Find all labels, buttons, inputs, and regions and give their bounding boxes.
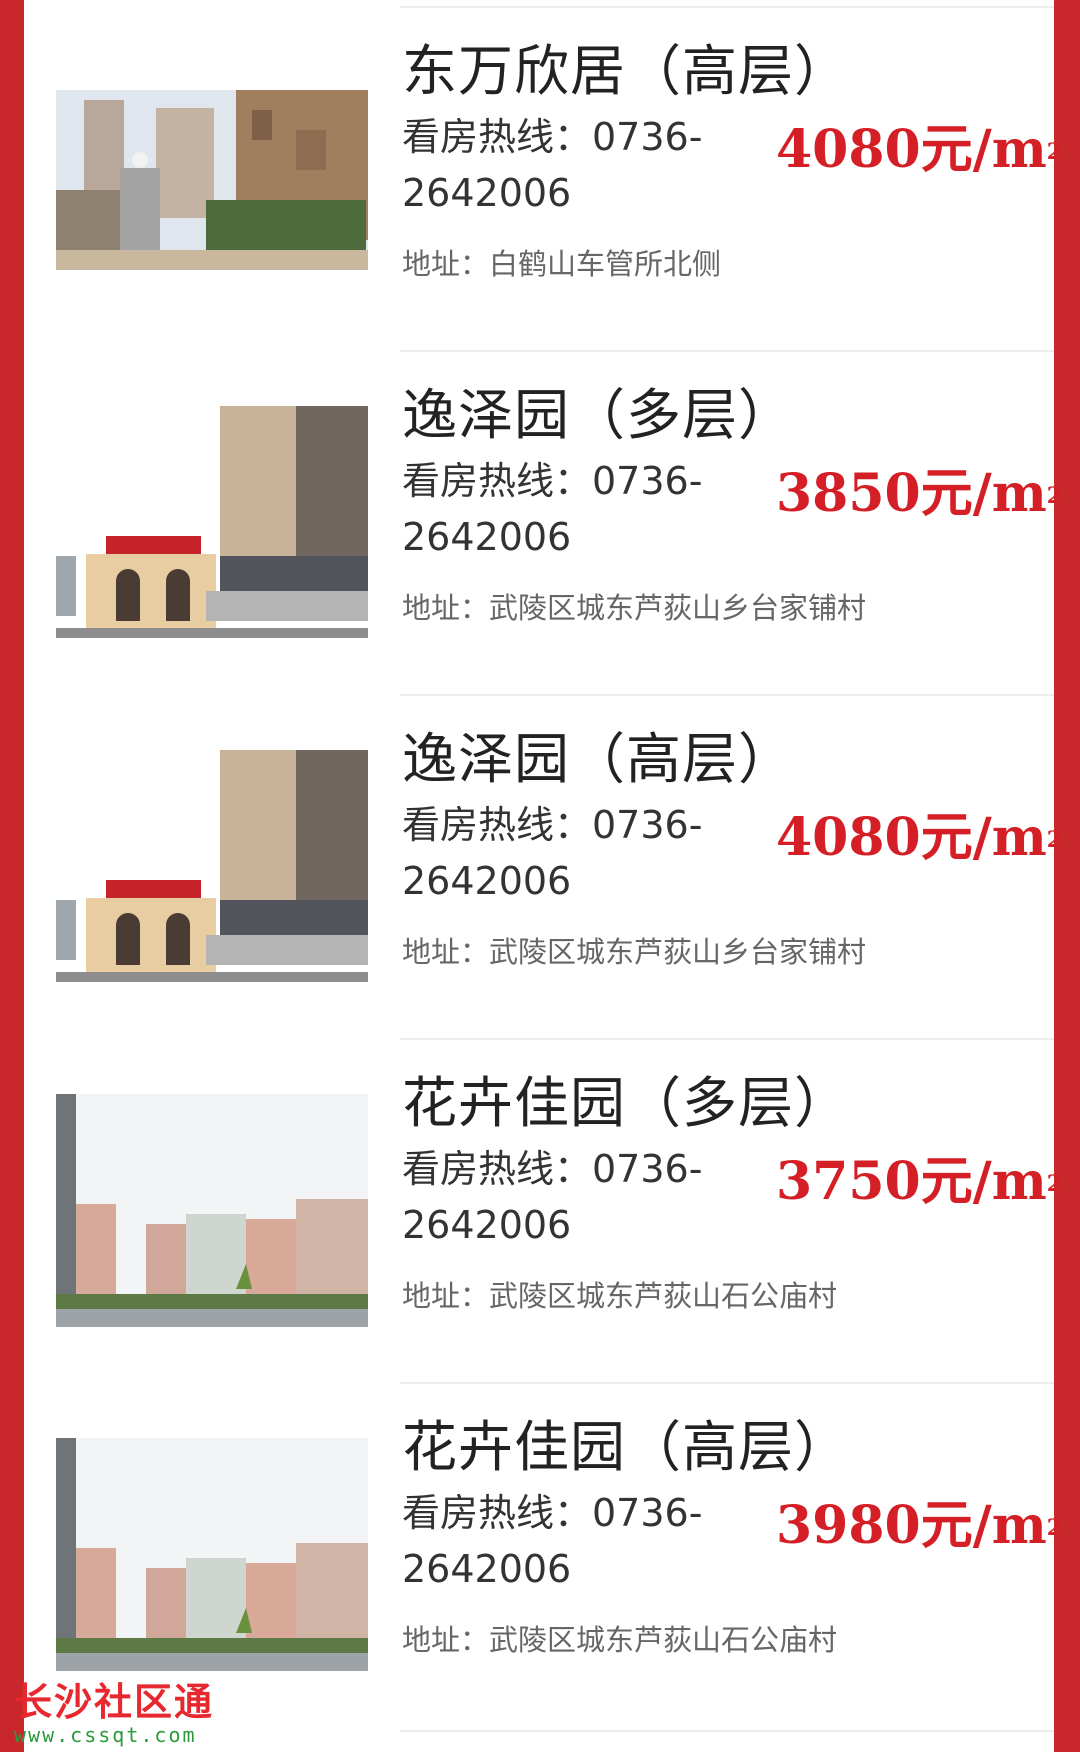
listing-title: 东万欣居（高层） [402, 39, 851, 103]
hotline-label: 看房热线：0736- [402, 1491, 703, 1535]
divider [400, 694, 1054, 696]
price: 3980元/m2 [776, 1495, 1063, 1556]
watermark-logo: 长沙社区通 [14, 1680, 215, 1724]
divider [400, 1382, 1054, 1384]
watermark: 长沙社区通 www.cssqt.com [14, 1680, 234, 1746]
hotline-label: 看房热线：0736- [402, 459, 703, 503]
apartment-complex-photo [56, 1094, 368, 1327]
hotline-number[interactable]: 2642006 [402, 856, 571, 906]
price: 3750元/m2 [776, 1151, 1063, 1212]
listing-item[interactable]: 逸泽园（多层） 看房热线：0736- 2642006 3850元/m2 地址：武… [24, 344, 1062, 687]
listing-title: 花卉佳园（高层） [402, 1415, 851, 1479]
listing-item[interactable]: 花卉佳园（高层） 看房热线：0736- 2642006 3980元/m2 地址：… [24, 1376, 1062, 1719]
apartment-complex-photo [56, 1438, 368, 1671]
sales-office-photo [56, 750, 368, 982]
hotline-label: 看房热线：0736- [402, 803, 703, 847]
divider [400, 1038, 1054, 1040]
hotline-label: 看房热线：0736- [402, 1147, 703, 1191]
address: 地址：武陵区城东芦荻山乡台家铺村 [402, 591, 867, 625]
divider [400, 350, 1054, 352]
address: 地址：白鹤山车管所北侧 [402, 247, 722, 281]
price: 3850元/m2 [776, 463, 1063, 524]
hotline-number[interactable]: 2642006 [402, 1200, 571, 1250]
right-red-border [1054, 0, 1080, 1752]
listing-title: 逸泽园（多层） [402, 383, 795, 447]
listing-item[interactable]: 东万欣居（高层） 看房热线：0736- 2642006 4080元/m2 地址：… [24, 0, 1062, 343]
address: 地址：武陵区城东芦荻山石公庙村 [402, 1623, 838, 1657]
building-gate-photo [56, 90, 368, 270]
listing-title: 花卉佳园（多层） [402, 1071, 851, 1135]
listing-title: 逸泽园（高层） [402, 727, 795, 791]
price: 4080元/m2 [776, 119, 1063, 180]
divider [400, 6, 1054, 8]
address: 地址：武陵区城东芦荻山石公庙村 [402, 1279, 838, 1313]
hotline-label: 看房热线：0736- [402, 115, 703, 159]
sales-office-photo [56, 406, 368, 638]
price: 4080元/m2 [776, 807, 1063, 868]
watermark-url: www.cssqt.com [14, 1723, 197, 1747]
hotline-number[interactable]: 2642006 [402, 1544, 571, 1594]
divider [400, 1730, 1054, 1732]
listing-item[interactable]: 逸泽园（高层） 看房热线：0736- 2642006 4080元/m2 地址：武… [24, 688, 1062, 1031]
listing-item[interactable]: 花卉佳园（多层） 看房热线：0736- 2642006 3750元/m2 地址：… [24, 1032, 1062, 1375]
hotline-number[interactable]: 2642006 [402, 168, 571, 218]
left-red-border [0, 0, 24, 1752]
hotline-number[interactable]: 2642006 [402, 512, 571, 562]
address: 地址：武陵区城东芦荻山乡台家铺村 [402, 935, 867, 969]
